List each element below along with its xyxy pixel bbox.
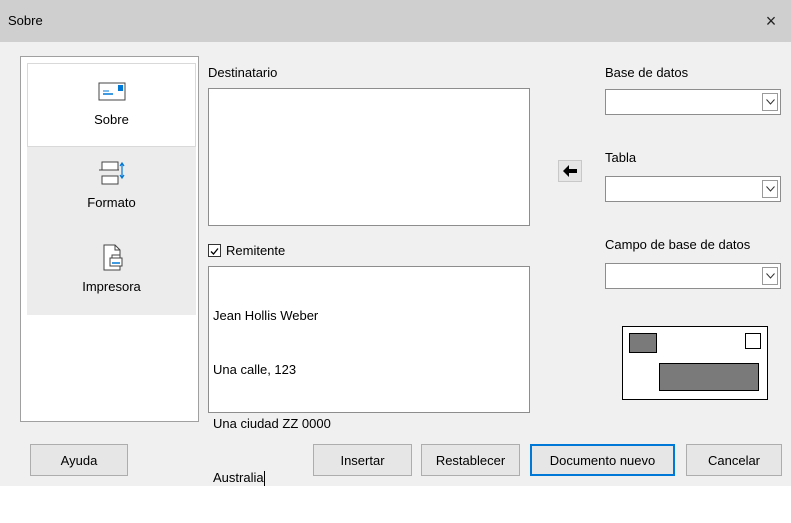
- sender-line: Australia: [213, 470, 264, 485]
- sender-text: Jean Hollis Weber Una calle, 123 Una ciu…: [213, 271, 331, 523]
- nav-item-sobre[interactable]: Sobre: [27, 63, 196, 147]
- cancel-button[interactable]: Cancelar: [686, 444, 782, 476]
- sender-line: Una ciudad ZZ 0000: [213, 416, 331, 431]
- printer-icon: [103, 244, 122, 271]
- help-button[interactable]: Ayuda: [30, 444, 128, 476]
- arrow-left-icon: [563, 165, 577, 177]
- sender-textarea[interactable]: Jean Hollis Weber Una calle, 123 Una ciu…: [208, 266, 530, 487]
- title-bar: Sobre ×: [0, 0, 791, 42]
- nav-item-impresora[interactable]: Impresora: [27, 231, 196, 315]
- envelope-icon: [98, 82, 125, 101]
- insert-button[interactable]: Insertar: [313, 444, 412, 476]
- nav-label-impresora: Impresora: [82, 279, 141, 294]
- nav-label-sobre: Sobre: [94, 112, 129, 127]
- nav-panel: Sobre Formato Impresora: [20, 56, 199, 422]
- recipient-textarea[interactable]: [208, 88, 530, 226]
- new-document-button[interactable]: Documento nuevo: [530, 444, 675, 476]
- preview-stamp-area: [745, 333, 761, 349]
- chevron-down-icon[interactable]: [762, 93, 778, 111]
- table-label: Tabla: [605, 150, 637, 165]
- sender-checkbox[interactable]: [208, 244, 221, 257]
- recipient-label: Destinatario: [208, 65, 278, 80]
- preview-address-area: [659, 363, 759, 391]
- table-select[interactable]: [605, 176, 781, 202]
- window-title: Sobre: [8, 13, 43, 28]
- format-icon: [98, 161, 124, 185]
- nav-label-formato: Formato: [87, 195, 136, 210]
- envelope-dialog: Sobre × Sobre Formato Impresora Destinat…: [0, 0, 791, 487]
- sender-line: Jean Hollis Weber: [213, 308, 319, 323]
- checkmark-icon: [210, 248, 219, 255]
- chevron-down-icon[interactable]: [762, 267, 778, 285]
- close-icon[interactable]: ×: [766, 11, 777, 32]
- sender-line: Una calle, 123: [213, 362, 297, 377]
- close-button[interactable]: ×: [751, 0, 791, 42]
- db-field-label: Campo de base de datos: [605, 237, 751, 252]
- database-select[interactable]: [605, 89, 781, 115]
- text-caret: [263, 471, 265, 487]
- chevron-down-icon[interactable]: [762, 180, 778, 198]
- nav-item-formato[interactable]: Formato: [27, 147, 196, 231]
- db-field-select[interactable]: [605, 263, 781, 289]
- insert-field-button[interactable]: [558, 160, 582, 182]
- sender-label: Remitente: [226, 243, 286, 258]
- database-label: Base de datos: [605, 65, 689, 80]
- preview-sender-area: [629, 333, 657, 353]
- reset-button[interactable]: Restablecer: [421, 444, 520, 476]
- envelope-preview: [622, 326, 768, 400]
